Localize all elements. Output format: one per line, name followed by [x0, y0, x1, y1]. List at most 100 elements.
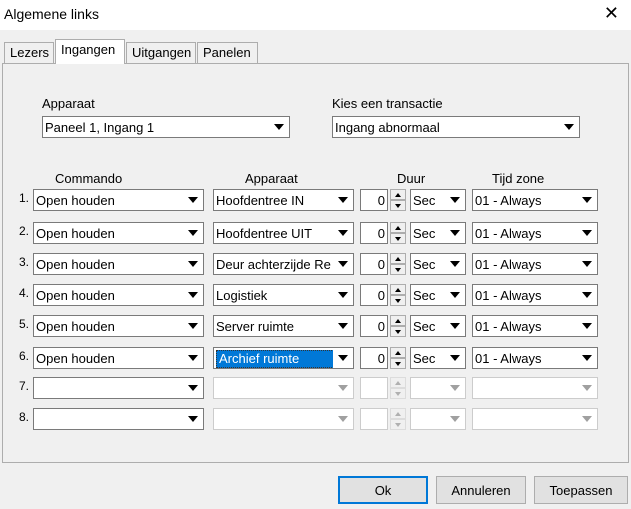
row-2-duration-input[interactable]: 0	[360, 222, 388, 244]
row-5-apparaat-dropdown[interactable]: Server ruimte	[213, 315, 354, 337]
row-7-unit-dropdown[interactable]	[410, 377, 466, 399]
chevron-down-icon[interactable]	[333, 378, 353, 398]
row-2-apparaat-dropdown[interactable]: Hoofdentree UIT	[213, 222, 354, 244]
chevron-down-icon[interactable]	[445, 378, 465, 398]
row-5-tijdzone-dropdown[interactable]: 01 - Always	[472, 315, 598, 337]
row-6-duration-spinner[interactable]	[390, 347, 406, 369]
chevron-down-icon[interactable]	[445, 190, 465, 210]
chevron-down-icon[interactable]	[577, 378, 597, 398]
row-2-unit-dropdown[interactable]: Sec	[410, 222, 466, 244]
row-3-commando-dropdown[interactable]: Open houden	[33, 253, 204, 275]
chevron-down-icon[interactable]	[183, 348, 203, 368]
chevron-down-icon[interactable]	[577, 254, 597, 274]
chevron-down-icon[interactable]	[183, 223, 203, 243]
spin-down-icon[interactable]	[390, 388, 406, 399]
row-4-commando-dropdown[interactable]: Open houden	[33, 284, 204, 306]
row-4-unit-dropdown[interactable]: Sec	[410, 284, 466, 306]
chevron-down-icon[interactable]	[333, 409, 353, 429]
row-1-unit-dropdown[interactable]: Sec	[410, 189, 466, 211]
spin-up-icon[interactable]	[390, 253, 406, 264]
spin-down-icon[interactable]	[390, 326, 406, 337]
row-2-tijdzone-dropdown[interactable]: 01 - Always	[472, 222, 598, 244]
source-device-dropdown[interactable]: Paneel 1, Ingang 1	[42, 116, 290, 138]
chevron-down-icon[interactable]	[183, 285, 203, 305]
row-4-apparaat-dropdown[interactable]: Logistiek	[213, 284, 354, 306]
spin-up-icon[interactable]	[390, 189, 406, 200]
row-4-duration-input[interactable]: 0	[360, 284, 388, 306]
row-6-duration-input[interactable]: 0	[360, 347, 388, 369]
row-8-apparaat-dropdown[interactable]	[213, 408, 354, 430]
chevron-down-icon[interactable]	[333, 254, 353, 274]
spin-down-icon[interactable]	[390, 233, 406, 244]
chevron-down-icon[interactable]	[333, 223, 353, 243]
row-7-duration-input[interactable]	[360, 377, 388, 399]
spin-up-icon[interactable]	[390, 377, 406, 388]
row-1-tijdzone-dropdown[interactable]: 01 - Always	[472, 189, 598, 211]
spin-up-icon[interactable]	[390, 347, 406, 358]
row-6-tijdzone-dropdown[interactable]: 01 - Always	[472, 347, 598, 369]
chevron-down-icon[interactable]	[445, 348, 465, 368]
row-8-unit-dropdown[interactable]	[410, 408, 466, 430]
chevron-down-icon[interactable]	[333, 316, 353, 336]
chevron-down-icon[interactable]	[445, 316, 465, 336]
row-5-duration-input[interactable]: 0	[360, 315, 388, 337]
spin-down-icon[interactable]	[390, 264, 406, 275]
chevron-down-icon[interactable]	[577, 285, 597, 305]
chevron-down-icon[interactable]	[559, 117, 579, 137]
row-5-duration-spinner[interactable]	[390, 315, 406, 337]
chevron-down-icon[interactable]	[445, 223, 465, 243]
chevron-down-icon[interactable]	[183, 190, 203, 210]
spin-down-icon[interactable]	[390, 200, 406, 211]
row-3-apparaat-dropdown[interactable]: Deur achterzijde Re	[213, 253, 354, 275]
chevron-down-icon[interactable]	[269, 117, 289, 137]
spin-down-icon[interactable]	[390, 358, 406, 369]
row-6-unit-dropdown[interactable]: Sec	[410, 347, 466, 369]
row-4-tijdzone-dropdown[interactable]: 01 - Always	[472, 284, 598, 306]
chevron-down-icon[interactable]	[445, 409, 465, 429]
row-8-duration-input[interactable]	[360, 408, 388, 430]
row-7-tijdzone-dropdown[interactable]	[472, 377, 598, 399]
chevron-down-icon[interactable]	[445, 285, 465, 305]
row-2-commando-dropdown[interactable]: Open houden	[33, 222, 204, 244]
chevron-down-icon[interactable]	[333, 285, 353, 305]
chevron-down-icon[interactable]	[577, 348, 597, 368]
row-3-unit-dropdown[interactable]: Sec	[410, 253, 466, 275]
row-5-commando-dropdown[interactable]: Open houden	[33, 315, 204, 337]
spin-up-icon[interactable]	[390, 284, 406, 295]
row-1-duration-input[interactable]: 0	[360, 189, 388, 211]
spin-up-icon[interactable]	[390, 408, 406, 419]
row-6-commando-dropdown[interactable]: Open houden	[33, 347, 204, 369]
row-7-commando-dropdown[interactable]	[33, 377, 204, 399]
row-7-apparaat-dropdown[interactable]	[213, 377, 354, 399]
chevron-down-icon[interactable]	[445, 254, 465, 274]
spin-up-icon[interactable]	[390, 222, 406, 233]
row-3-duration-spinner[interactable]	[390, 253, 406, 275]
spin-down-icon[interactable]	[390, 295, 406, 306]
row-1-duration-spinner[interactable]	[390, 189, 406, 211]
row-6-apparaat-dropdown[interactable]: Archief ruimte	[213, 347, 354, 369]
chevron-down-icon[interactable]	[333, 348, 353, 368]
chevron-down-icon[interactable]	[183, 378, 203, 398]
chevron-down-icon[interactable]	[183, 316, 203, 336]
row-8-tijdzone-dropdown[interactable]	[472, 408, 598, 430]
chevron-down-icon[interactable]	[183, 254, 203, 274]
row-7-duration-spinner[interactable]	[390, 377, 406, 399]
row-8-duration-spinner[interactable]	[390, 408, 406, 430]
spin-down-icon[interactable]	[390, 419, 406, 430]
chevron-down-icon[interactable]	[577, 190, 597, 210]
chevron-down-icon[interactable]	[577, 223, 597, 243]
row-1-apparaat-dropdown[interactable]: Hoofdentree IN	[213, 189, 354, 211]
row-2-duration-spinner[interactable]	[390, 222, 406, 244]
spin-up-icon[interactable]	[390, 315, 406, 326]
row-8-commando-dropdown[interactable]	[33, 408, 204, 430]
row-5-unit-dropdown[interactable]: Sec	[410, 315, 466, 337]
chevron-down-icon[interactable]	[577, 316, 597, 336]
row-3-duration-input[interactable]: 0	[360, 253, 388, 275]
row-3-tijdzone-dropdown[interactable]: 01 - Always	[472, 253, 598, 275]
chevron-down-icon[interactable]	[183, 409, 203, 429]
row-1-commando-dropdown[interactable]: Open houden	[33, 189, 204, 211]
chevron-down-icon[interactable]	[577, 409, 597, 429]
row-4-duration-spinner[interactable]	[390, 284, 406, 306]
transaction-dropdown[interactable]: Ingang abnormaal	[332, 116, 580, 138]
chevron-down-icon[interactable]	[333, 190, 353, 210]
